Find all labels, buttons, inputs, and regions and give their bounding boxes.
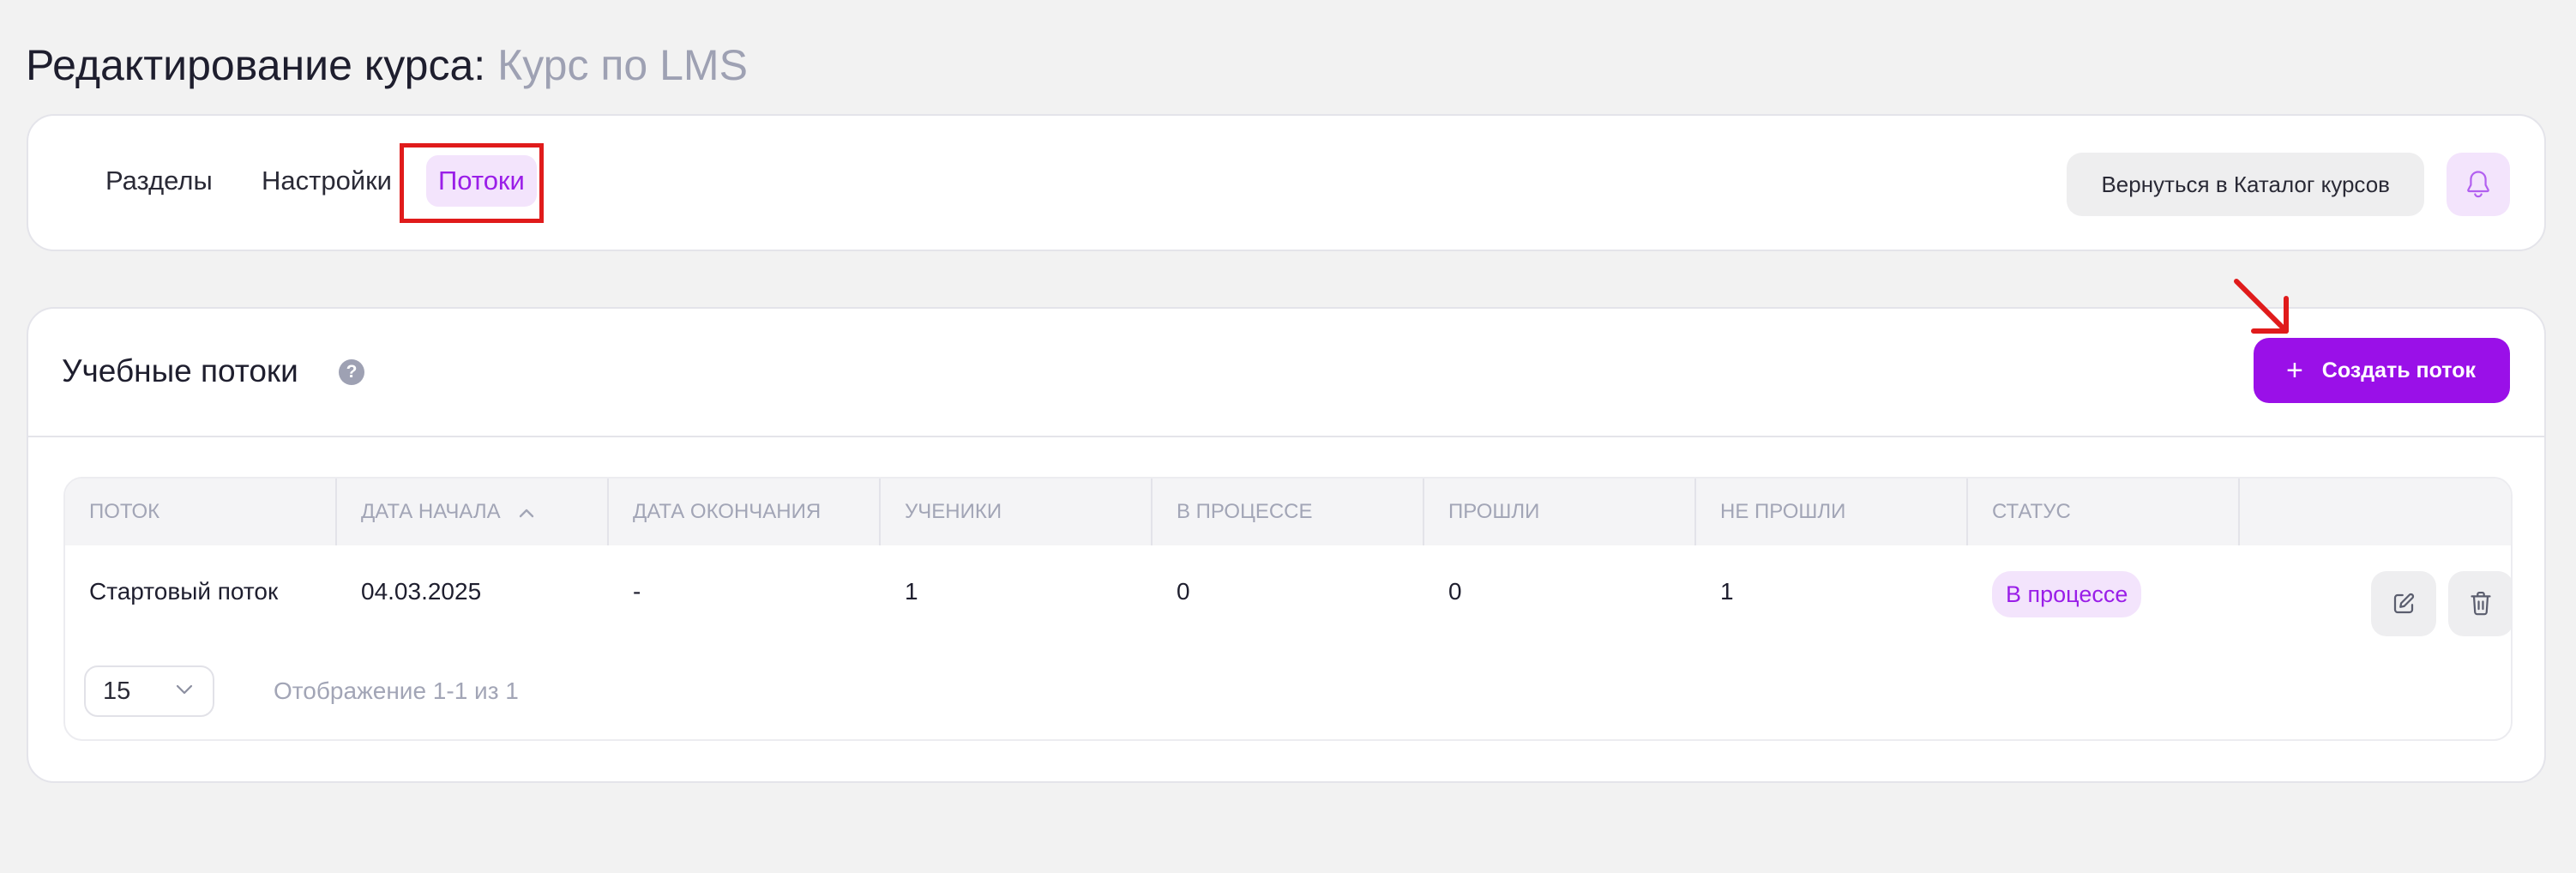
tab-streams[interactable]: Потоки: [426, 155, 537, 207]
streams-title: Учебные потоки: [62, 353, 298, 388]
column-header-stream[interactable]: ПОТОК: [65, 479, 337, 545]
column-header-status[interactable]: СТАТУС: [1968, 479, 2240, 545]
pagination-info: Отображение 1-1 из 1: [274, 677, 519, 704]
cell-start-date: 04.03.2025: [361, 578, 482, 605]
column-header-students[interactable]: УЧЕНИКИ: [881, 479, 1153, 545]
course-name: Курс по LMS: [497, 41, 748, 89]
column-header-in-progress[interactable]: В ПРОЦЕССЕ: [1153, 479, 1424, 545]
tab-settings[interactable]: Настройки: [250, 155, 404, 207]
sort-ascending-icon: [520, 509, 534, 517]
status-badge: В процессе: [1992, 571, 2142, 617]
cell-students: 1: [905, 578, 918, 605]
streams-table: ПОТОК ДАТА НАЧАЛА ДАТА ОКОНЧАНИЯ УЧЕНИКИ…: [63, 477, 2513, 741]
cell-stream-name: Стартовый поток: [89, 578, 279, 605]
trash-icon: [2471, 591, 2491, 616]
tab-sections[interactable]: Разделы: [93, 155, 225, 207]
column-header-passed[interactable]: ПРОШЛИ: [1424, 479, 1696, 545]
cell-end-date: -: [633, 578, 641, 605]
plus-icon: +: [2285, 354, 2303, 387]
table-header: ПОТОК ДАТА НАЧАЛА ДАТА ОКОНЧАНИЯ УЧЕНИКИ…: [65, 479, 2511, 545]
column-header-start-date-label: ДАТА НАЧАЛА: [361, 500, 501, 523]
notifications-button[interactable]: [2447, 153, 2510, 216]
per-page-select[interactable]: 15: [84, 665, 214, 717]
help-icon[interactable]: ?: [339, 359, 364, 385]
page-title: Редактирование курса: Курс по LMS: [26, 38, 748, 93]
cell-passed: 0: [1448, 578, 1462, 605]
back-to-catalog-button[interactable]: Вернуться в Каталог курсов: [2067, 153, 2424, 216]
column-header-end-date[interactable]: ДАТА ОКОНЧАНИЯ: [609, 479, 881, 545]
cell-in-progress: 0: [1177, 578, 1190, 605]
cell-status: В процессе: [1968, 571, 2142, 617]
cell-failed: 1: [1720, 578, 1734, 605]
delete-stream-button[interactable]: [2448, 571, 2511, 636]
column-header-actions: [2240, 479, 2511, 545]
edit-icon: [2393, 593, 2415, 614]
create-stream-button[interactable]: + Создать поток: [2253, 338, 2510, 403]
course-tabs-panel: Разделы Настройки Потоки Вернуться в Кат…: [27, 114, 2546, 251]
edit-stream-button[interactable]: [2371, 571, 2436, 636]
streams-header: Учебные потоки ? + Создать поток: [28, 309, 2544, 437]
column-header-start-date[interactable]: ДАТА НАЧАЛА: [337, 479, 609, 545]
per-page-value: 15: [103, 677, 131, 705]
bell-icon: [2467, 171, 2489, 198]
page-title-prefix: Редактирование курса:: [26, 41, 486, 89]
create-stream-label: Создать поток: [2321, 358, 2476, 382]
streams-panel: Учебные потоки ? + Создать поток ПОТОК Д…: [27, 307, 2546, 783]
chevron-down-icon: [176, 684, 193, 695]
column-header-failed[interactable]: НЕ ПРОШЛИ: [1696, 479, 1968, 545]
